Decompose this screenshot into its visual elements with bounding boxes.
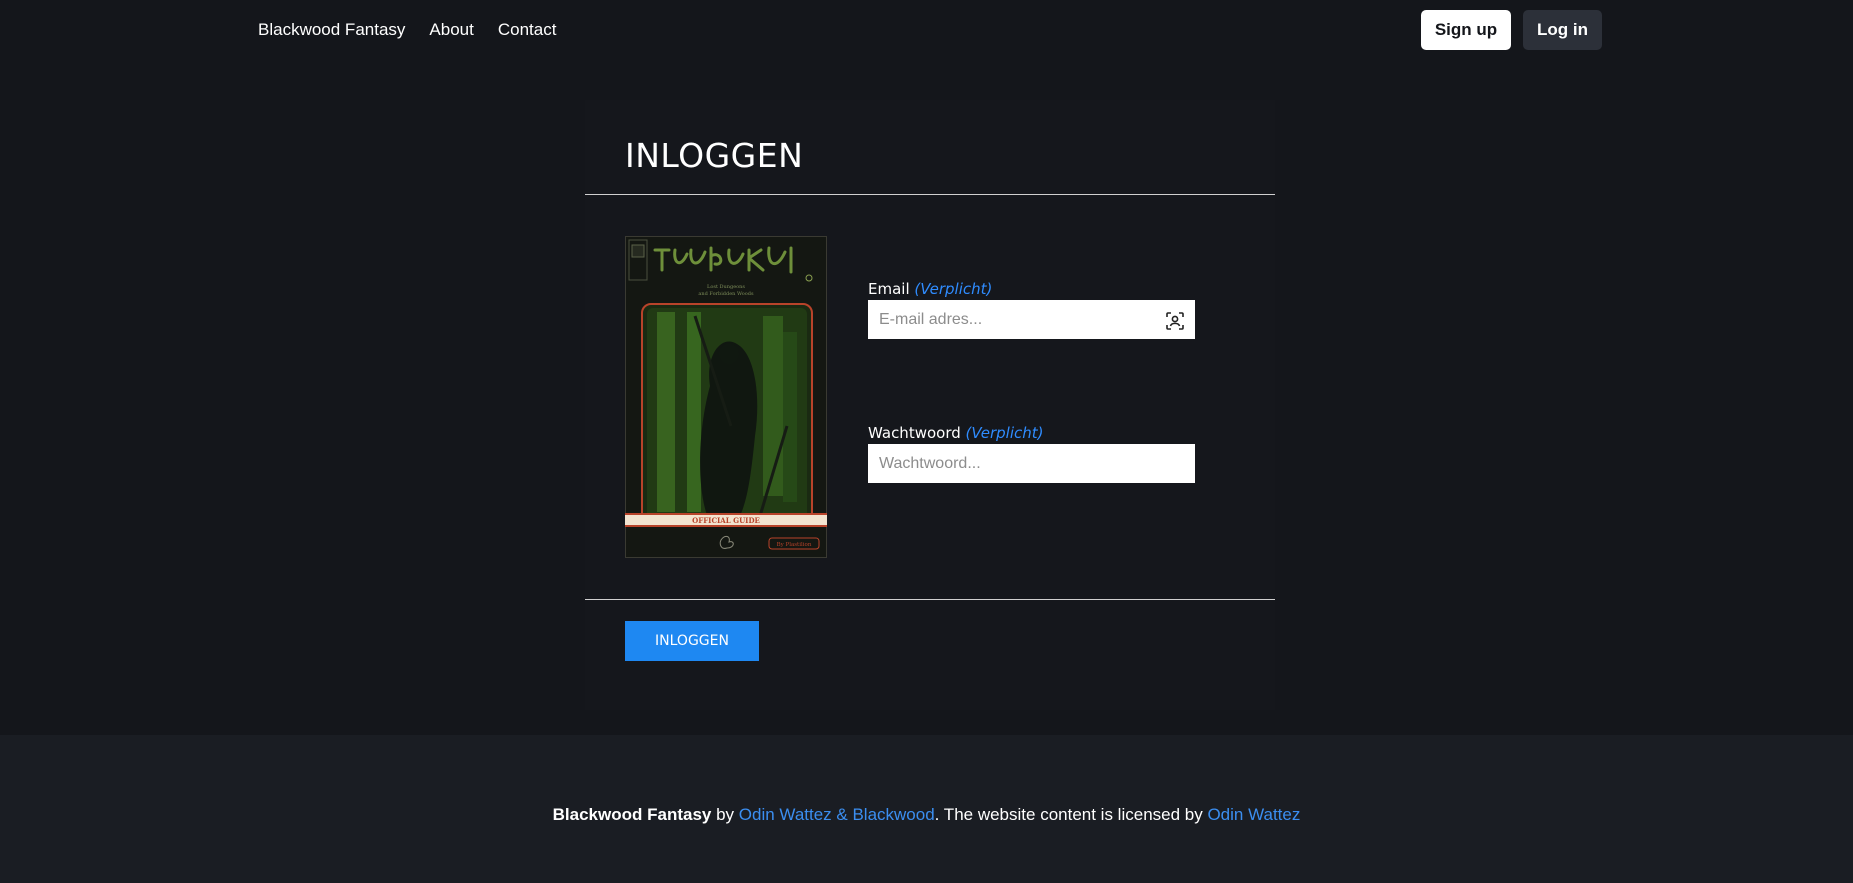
footer-licensor-link[interactable]: Odin Wattez xyxy=(1207,805,1300,824)
book-cover-image: Lost Dungeons and Forbidden Woods OFFICI… xyxy=(625,236,827,558)
footer: Blackwood Fantasy by Odin Wattez & Black… xyxy=(0,735,1853,883)
signup-button[interactable]: Sign up xyxy=(1421,10,1511,50)
navbar: Blackwood Fantasy About Contact Sign up … xyxy=(0,0,1853,60)
cover-credit: By Plastilion xyxy=(777,542,812,548)
nav-link-about[interactable]: About xyxy=(429,20,473,40)
login-button[interactable]: Log in xyxy=(1523,10,1602,50)
nav-link-contact[interactable]: Contact xyxy=(498,20,557,40)
footer-text: Blackwood Fantasy by Odin Wattez & Black… xyxy=(0,805,1853,825)
password-input[interactable] xyxy=(868,444,1195,483)
footer-brand: Blackwood Fantasy xyxy=(552,805,712,824)
contact-card-icon[interactable] xyxy=(1165,311,1185,331)
email-label-text: Email xyxy=(868,280,910,298)
email-input[interactable] xyxy=(868,300,1195,339)
page-title: INLOGGEN xyxy=(625,136,804,175)
cover-subtitle-line1: Lost Dungeons xyxy=(707,284,745,290)
nav-left: Blackwood Fantasy About Contact xyxy=(258,0,556,60)
password-label: Wachtwoord (Verplicht) xyxy=(868,424,1044,442)
divider xyxy=(585,194,1275,195)
nav-brand-link[interactable]: Blackwood Fantasy xyxy=(258,20,405,40)
email-label: Email (Verplicht) xyxy=(868,280,992,298)
cover-banner-text: OFFICIAL GUIDE xyxy=(692,516,760,525)
password-required-note: (Verplicht) xyxy=(965,424,1044,442)
email-required-note: (Verplicht) xyxy=(914,280,993,298)
footer-authors-link[interactable]: Odin Wattez & Blackwood xyxy=(739,805,935,824)
footer-license-text: . The website content is licensed by xyxy=(934,805,1208,824)
login-panel: INLOGGEN Lost Dungeons and Forbidden Woo… xyxy=(585,100,1275,710)
nav-auth-buttons: Sign up Log in xyxy=(1421,10,1602,50)
divider xyxy=(585,599,1275,600)
login-submit-button[interactable]: INLOGGEN xyxy=(625,621,759,661)
cover-subtitle-line2: and Forbidden Woods xyxy=(698,291,754,297)
footer-by: by xyxy=(711,805,739,824)
password-label-text: Wachtwoord xyxy=(868,424,961,442)
